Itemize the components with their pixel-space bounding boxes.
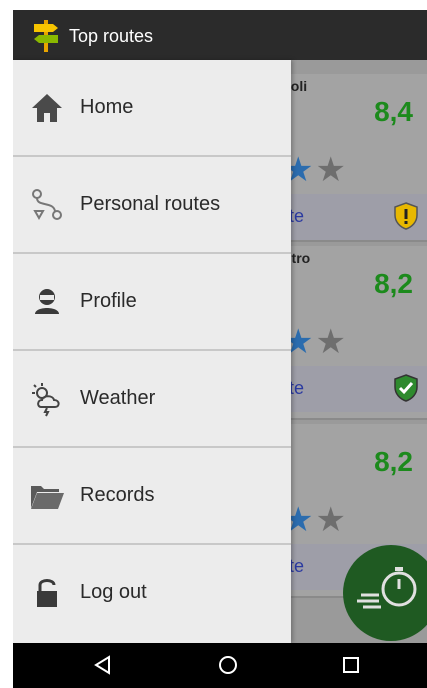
warning-shield-icon <box>394 202 418 230</box>
stopwatch-fab[interactable] <box>343 545 427 641</box>
route-score: 8,2 <box>374 268 413 299</box>
route-link[interactable]: te <box>289 378 304 399</box>
phone-screen: Top routes coli 8,4 ★★ te ntro 8,2 ★★ te <box>13 10 427 688</box>
route-link[interactable]: te <box>289 556 304 577</box>
weather-icon <box>32 382 60 416</box>
route-score: 8,2 <box>374 446 413 477</box>
drawer-item-personal-routes[interactable]: Personal routes <box>13 157 291 254</box>
navigation-drawer: Home Personal routes Profile Weather Rec… <box>13 60 291 643</box>
home-button[interactable] <box>216 653 240 677</box>
drawer-item-label: Weather <box>80 387 156 409</box>
route-score: 8,4 <box>374 96 413 127</box>
drawer-item-records[interactable]: Records <box>13 448 291 545</box>
home-circle-icon <box>219 656 237 674</box>
drawer-item-label: Records <box>80 484 155 506</box>
drawer-item-label: Home <box>80 96 134 118</box>
drawer-item-label: Profile <box>80 290 137 312</box>
check-shield-icon <box>394 374 418 402</box>
drawer-item-logout[interactable]: Log out <box>13 545 291 640</box>
drawer-item-profile[interactable]: Profile <box>13 254 291 351</box>
route-link[interactable]: te <box>289 206 304 227</box>
drawer-item-weather[interactable]: Weather <box>13 351 291 448</box>
recents-square-icon <box>343 657 359 673</box>
drawer-item-label: Personal routes <box>80 193 221 215</box>
profile-icon <box>35 288 59 314</box>
rating-stars: ★★ <box>283 323 348 361</box>
hamburger-icon[interactable] <box>13 24 17 44</box>
recents-button[interactable] <box>339 653 363 677</box>
back-button[interactable] <box>91 653 115 677</box>
back-triangle-icon <box>94 655 110 675</box>
rating-stars: ★★ <box>283 151 348 189</box>
system-nav-bar <box>13 643 427 688</box>
home-icon <box>32 93 62 122</box>
folder-icon <box>31 485 64 509</box>
lock-icon <box>37 578 57 607</box>
route-icon <box>32 188 62 220</box>
signpost-icon <box>34 20 58 52</box>
page-title: Top routes <box>69 26 154 46</box>
rating-stars: ★★ <box>283 501 348 539</box>
app-bar: Top routes <box>13 10 427 60</box>
drawer-item-label: Log out <box>80 581 147 603</box>
stopwatch-icon <box>357 567 417 609</box>
drawer-item-home[interactable]: Home <box>13 60 291 157</box>
